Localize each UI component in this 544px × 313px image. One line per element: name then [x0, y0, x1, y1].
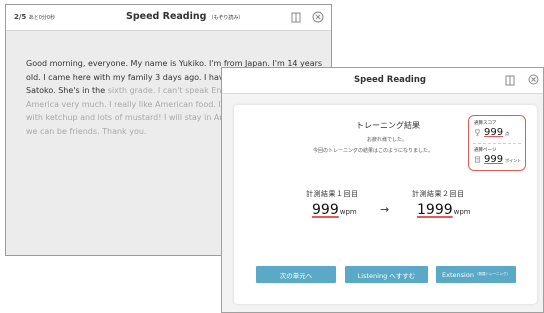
extension-button[interactable]: Extension （発展トレーニング） — [436, 266, 516, 283]
measure-2-label: 計測結果２回目 — [412, 190, 465, 198]
trophy-icon — [475, 129, 480, 136]
result-card: トレーニング結果 お疲れ様でした。 今回のトレーニングの結果はこのようになりまし… — [234, 105, 537, 304]
listening-button[interactable]: Listening へすすむ — [345, 266, 428, 283]
close-icon[interactable] — [528, 74, 539, 85]
result-title: トレーニング結果 — [356, 121, 420, 130]
total-pages-value: 999 — [484, 154, 504, 165]
measure-1-result: 999 wpm — [312, 202, 357, 218]
close-icon[interactable] — [312, 11, 324, 23]
result-message-1: お疲れ様でした。 — [367, 137, 408, 143]
result-window-title: Speed Reading — [354, 75, 426, 85]
total-score-box: 通算スコア 999 点 通算ページ 999 ポイント — [468, 115, 526, 171]
progress-timer: 2/5 あと0分0秒 — [14, 13, 56, 21]
measure-1-label: 計測結果１回目 — [306, 190, 359, 198]
result-titlebar: Speed Reading — [222, 68, 543, 94]
reading-titlebar: 2/5 あと0分0秒 Speed Reading （もぞり読み） — [6, 5, 331, 31]
book-icon[interactable] — [291, 12, 301, 23]
result-message-2: 今回のトレーニングの結果はこのようになりました。 — [313, 148, 434, 154]
score-divider — [473, 143, 521, 144]
book-icon[interactable] — [505, 75, 515, 86]
reading-title: Speed Reading （もぞり読み） — [126, 11, 244, 22]
result-window: Speed Reading トレーニング結果 お疲れ様でした。 今回のトレーニン… — [221, 67, 544, 313]
measure-1-value: 999 — [312, 202, 339, 218]
next-unit-button[interactable]: 次の単元へ — [256, 266, 336, 283]
arrow-icon: → — [380, 203, 390, 216]
total-pages-label: 通算ページ — [474, 148, 497, 153]
total-score-label: 通算スコア — [474, 121, 497, 126]
page-icon — [474, 156, 481, 163]
measure-2-value: 1999 — [417, 202, 453, 218]
measure-2-result: 1999 wpm — [417, 202, 471, 218]
total-score-value: 999 — [484, 127, 504, 138]
